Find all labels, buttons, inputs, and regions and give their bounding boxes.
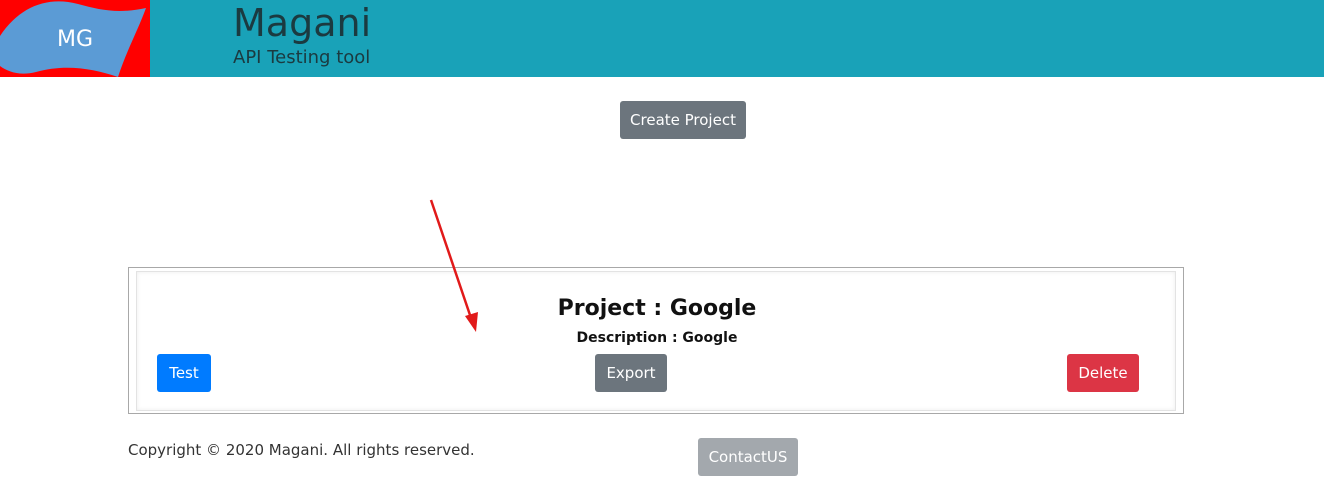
copyright-text: Copyright © 2020 Magani. All rights rese… [128, 441, 475, 459]
logo-text: MG [57, 27, 93, 52]
create-project-button[interactable]: Create Project [620, 101, 746, 139]
logo: MG [0, 0, 150, 77]
flag-logo-icon: MG [0, 1, 146, 77]
project-card: Project : Google Description : Google Te… [128, 267, 1184, 414]
project-description: Description : Google [576, 330, 738, 346]
contact-us-button[interactable]: ContactUS [698, 438, 798, 476]
project-title: Project : Google [557, 296, 757, 321]
test-button[interactable]: Test [157, 354, 211, 392]
app-subtitle: API Testing tool [233, 47, 371, 68]
app-header: MG Magani API Testing tool [0, 0, 1324, 77]
export-button[interactable]: Export [595, 354, 667, 392]
project-card-body: Project : Google Description : Google Te… [136, 271, 1176, 411]
app-title: Magani [233, 1, 372, 45]
delete-button[interactable]: Delete [1067, 354, 1139, 392]
